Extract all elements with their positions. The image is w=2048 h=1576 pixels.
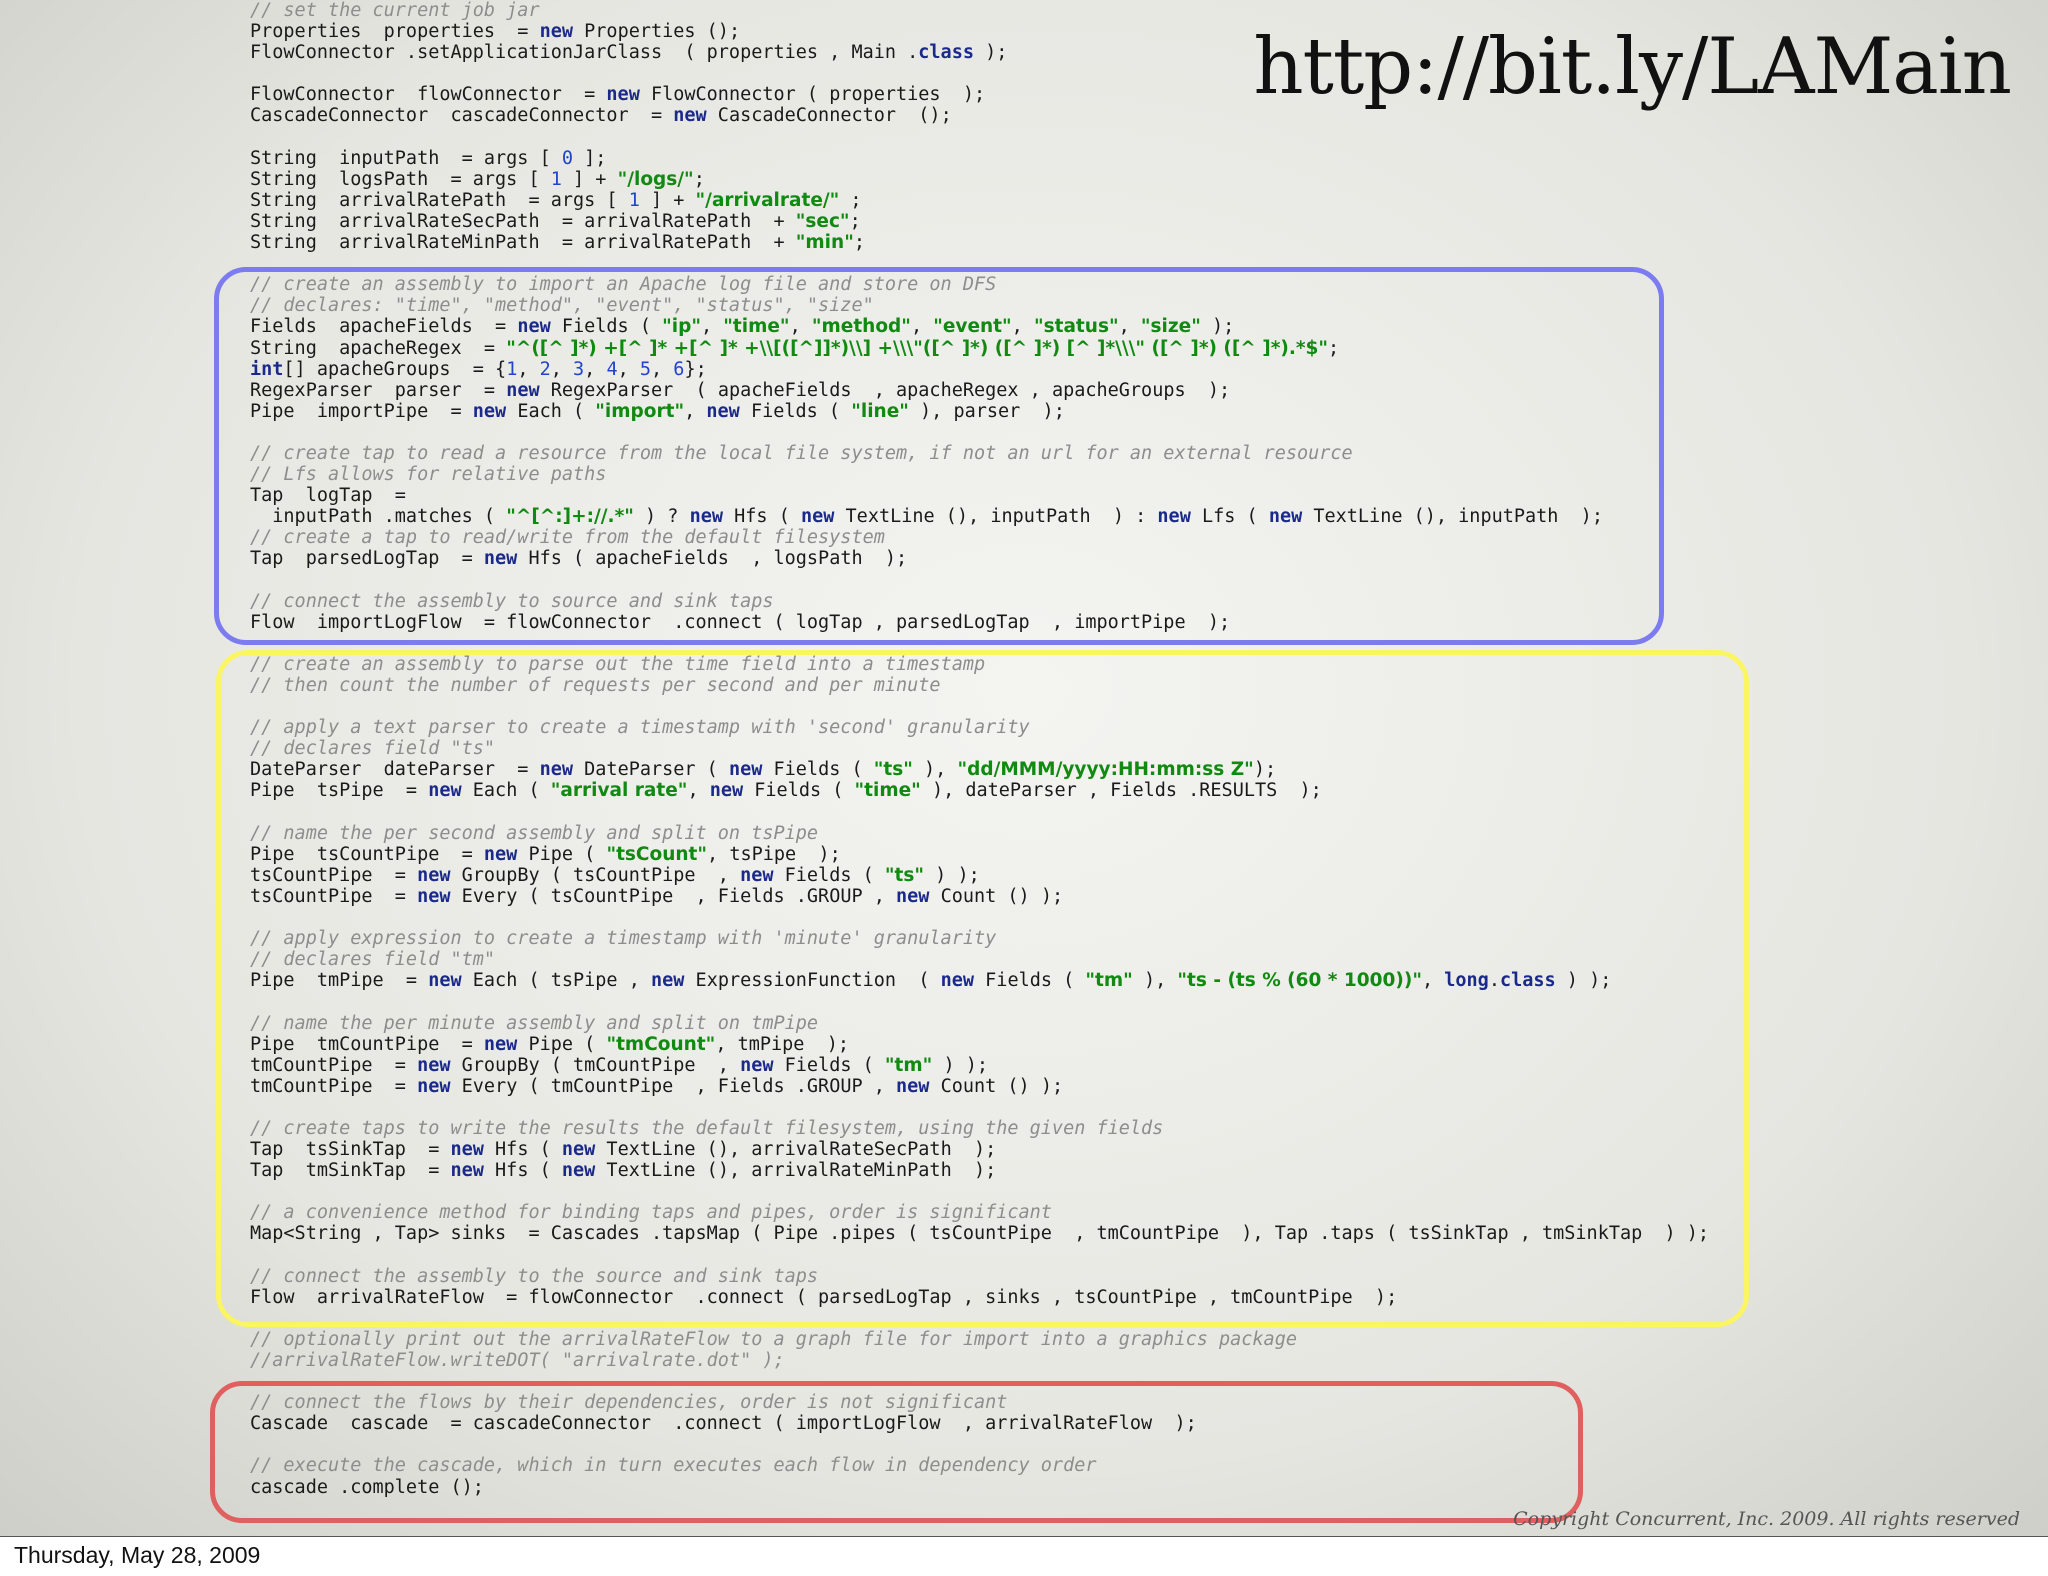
code-token: ; [849,210,861,232]
slide-title-url: http://bit.ly/LAMain [1253,22,2012,112]
code-token: "sec" [795,210,850,232]
code-token: FlowConnector flowConnector = [250,84,607,106]
code-token: ; [693,168,705,190]
code-line: String logsPath = args [ 1 ] + "/logs/"; [250,169,1709,190]
code-line: String arrivalRateSecPath = arrivalRateP… [250,211,1709,232]
code-token: new [673,105,707,127]
code-token: CascadeConnector (); [706,105,952,127]
slide: // set the current job jar Properties pro… [0,0,2048,1537]
code-token: String arrivalRateSecPath = arrivalRateP… [250,210,796,232]
code-line: //arrivalRateFlow.writeDOT( "arrivalrate… [250,1350,1709,1371]
code-line: String inputPath = args [ 0 ]; [250,148,1709,169]
code-token: class [918,42,974,64]
code-token: 1 [628,189,640,211]
code-line: String arrivalRateMinPath = arrivalRateP… [250,232,1709,253]
code-token: ; [839,189,862,211]
code-token: Properties (); [573,21,741,43]
code-token: ); [973,42,1008,64]
code-token: 1 [550,168,562,190]
code-line: // optionally print out the arrivalRateF… [250,1329,1709,1350]
code-token: CascadeConnector cascadeConnector = [250,105,674,127]
code-token: // optionally print out the arrivalRateF… [250,1328,1297,1350]
code-token: new [539,21,574,43]
code-token: String arrivalRateMinPath = arrivalRateP… [250,232,796,254]
code-token: String inputPath = args [ [250,147,562,169]
cascade-box [210,1381,1583,1523]
code-line: // set the current job jar [250,0,1709,21]
code-token: FlowConnector .setApplicationJarClass ( … [250,42,919,64]
code-token: ] + [639,189,696,211]
arrival-rate-assembly-box [216,650,1749,1327]
code-line: String arrivalRatePath = args [ 1 ] + "/… [250,190,1709,211]
code-token: Properties properties = [250,21,540,43]
footer-date: Thursday, May 28, 2009 [14,1542,261,1568]
code-token: String logsPath = args [ [250,168,551,190]
code-token: ; [853,232,865,254]
code-token: "/logs/" [617,168,694,190]
code-token: ] + [561,168,618,190]
code-token: // set the current job jar [250,0,540,21]
code-token: //arrivalRateFlow.writeDOT( "arrivalrate… [250,1350,785,1371]
code-token: ]; [573,147,607,169]
code-token: 0 [561,147,574,169]
code-token: new [606,84,640,106]
code-token: String arrivalRatePath = args [ [250,189,629,211]
code-token: "min" [795,232,854,254]
code-token: "/arrivalrate/" [695,189,840,211]
copyright-notice: Copyright Concurrent, Inc. 2009. All rig… [1513,1508,2020,1530]
code-token: FlowConnector ( properties ); [639,84,986,106]
import-assembly-box [214,267,1664,645]
